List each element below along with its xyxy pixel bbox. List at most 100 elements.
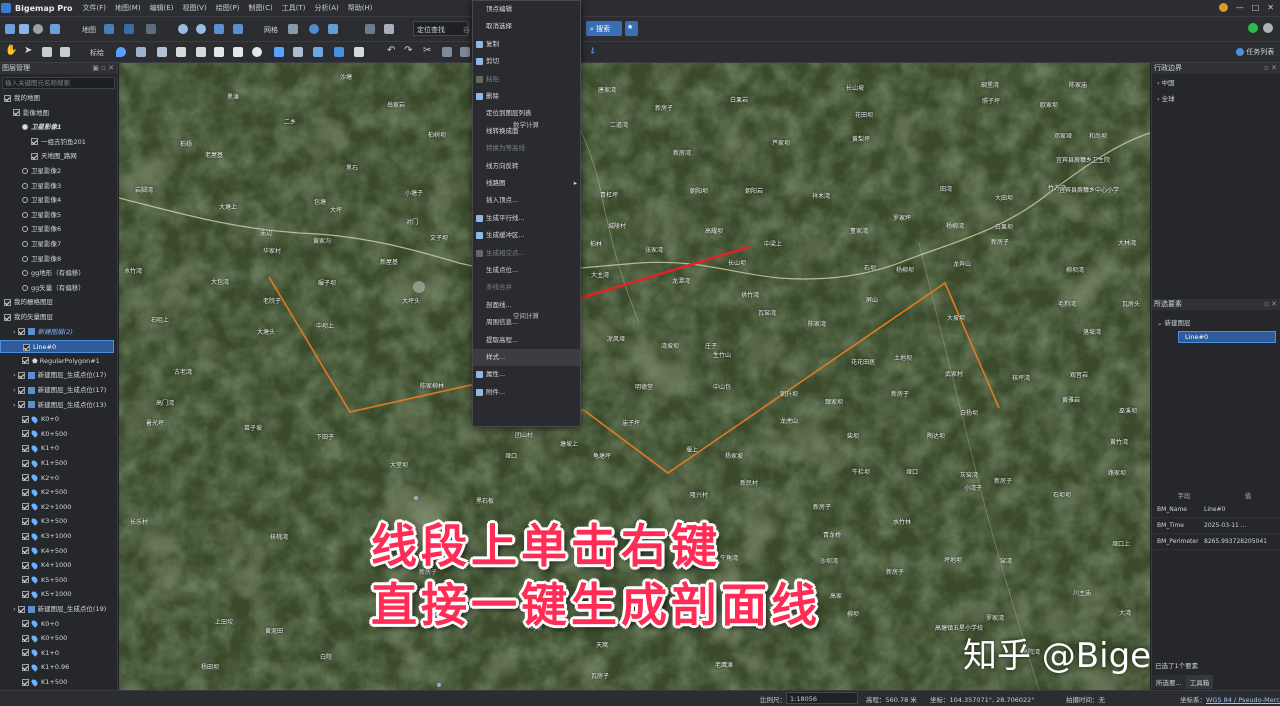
menu-item[interactable]: 地图(M) [115,3,141,13]
context-menu-item[interactable]: 生成相交点... [473,245,580,262]
checkbox-icon[interactable] [17,401,25,409]
layer-tree-row[interactable]: 卫星影像4 [0,194,61,207]
radio-icon[interactable] [22,197,28,204]
layer-tree-row[interactable]: Line#0 [0,340,114,354]
layer-tree-row[interactable]: › 新建图层_生成点位(19) [0,603,106,616]
map-label[interactable]: 地图 [82,25,96,35]
checkbox-icon[interactable] [22,576,29,584]
selected-layer-node[interactable]: ⌄ 新建图层 [1157,317,1191,327]
direction-arrow-icon[interactable] [334,47,344,57]
eraser-icon[interactable] [60,47,70,57]
layer-tree-row[interactable]: K2+0 [0,472,59,485]
circle-icon[interactable] [252,47,262,57]
layer-tree-row[interactable]: K0+0 [0,618,59,631]
context-menu-item[interactable]: 属性... [473,366,580,383]
minimize-button[interactable]: — [1236,3,1244,12]
edit-icon[interactable] [42,47,52,57]
layer-tree-row[interactable]: K1+0.96 [0,661,69,674]
layer-tree-row[interactable]: ⬟ RegularPolygon#1 [0,355,100,368]
context-menu-item[interactable]: 样式... [473,349,580,367]
layer-tree-row[interactable]: K1+500 [0,676,67,689]
compass-icon[interactable]: ⍋ [590,46,595,56]
marker-icon[interactable] [116,47,126,57]
context-menu-item[interactable]: 周围信息... [473,314,580,331]
layer-tree-row[interactable]: K3+1000 [0,530,71,543]
admin-item-global[interactable]: › 全球 [1152,87,1280,103]
checkbox-icon[interactable] [22,678,29,686]
layer-tree-row[interactable]: 卫星影像1 [0,121,62,134]
rect-draw-icon[interactable] [214,47,224,57]
zoom-out-icon[interactable] [196,24,206,34]
menu-item[interactable]: 绘图(P) [216,3,240,13]
layer-tree-row[interactable]: K0+500 [0,632,67,645]
tab-toolbox[interactable]: 工具箱 [1185,675,1214,689]
layer-tree-row[interactable]: K5+500 [0,574,67,587]
context-menu-item[interactable]: 生成平行线... [473,210,580,227]
menu-item[interactable]: 文件(F) [83,3,107,13]
crs-value[interactable]: WGS 84 / Pseudo-Mercator [1206,696,1280,704]
context-menu-item[interactable]: 生成缓冲区... [473,227,580,244]
scissors-icon[interactable]: ✂ [423,45,431,56]
properties-row[interactable]: BM_Name Line#0 [1152,502,1280,518]
layer-tree-row[interactable]: K1+0 [0,647,59,660]
layer-tree-row[interactable]: 一组去钓鱼201 [0,136,86,149]
favorite-star-icon[interactable]: ★ [625,21,638,36]
checkbox-icon[interactable] [22,474,29,482]
layer-switch-icon[interactable] [124,24,134,34]
skin-icon[interactable] [1218,3,1228,12]
checkbox-icon[interactable] [31,138,38,146]
radio-icon[interactable] [22,255,28,262]
admin-item-china[interactable]: › 中国 [1152,74,1280,87]
layer-tree-row[interactable]: 卫星影像7 [0,238,61,251]
flag-icon[interactable] [196,47,206,57]
search-button[interactable]: ⌕ 搜索 [586,21,622,36]
checkbox-icon[interactable] [17,386,25,394]
context-menu-item[interactable]: 线方向反转 [473,158,580,175]
context-menu-item[interactable]: 线转换成面 [473,123,580,140]
context-menu-item[interactable]: 剪切 [473,53,580,70]
layer-tree-row[interactable]: K1+500 [0,457,67,470]
grid-label[interactable]: 网格 [264,25,278,35]
image-icon[interactable] [328,24,338,34]
checkbox-icon[interactable] [31,152,38,160]
basemap-icon[interactable] [104,24,114,34]
checkbox-icon[interactable] [22,415,29,423]
layer-tree-row[interactable]: 我的矢量图层 [0,311,53,324]
radio-icon[interactable] [22,182,28,189]
context-menu-item[interactable]: 复制 [473,36,580,53]
label-tool[interactable]: 标绘 [90,48,104,58]
panel-controls[interactable]: ▣ ▫ ✕ [92,63,117,74]
line-icon[interactable] [157,47,167,57]
checkbox-icon[interactable] [22,532,29,540]
context-menu-item[interactable]: 附件... [473,384,580,401]
radio-icon[interactable] [22,226,28,233]
menu-item[interactable]: 帮助(H) [348,3,373,13]
checkbox-icon[interactable] [22,357,29,365]
checkbox-icon[interactable] [22,459,29,467]
select-arrow-icon[interactable]: ➤ [24,45,32,56]
checkbox-icon[interactable] [22,547,29,555]
scale-select[interactable]: 1:18056 [786,692,858,704]
layer-tree-row[interactable]: 卫星影像8 [0,253,61,266]
task-list-button[interactable]: 任务列表 [1236,47,1274,57]
layer-tree-row[interactable]: › 新建图层_生成点位(17) [0,384,106,397]
checkbox-icon[interactable] [22,649,29,657]
map-view[interactable]: 沙塘 黑滩 岳家岩 二乡 柏树坝 柏杨 老屋基 黑石 小塘子 岩脚湾 大塘上 包塘 大坪 对门 庙边 黄家沟 文… [119,63,1150,690]
properties-row[interactable]: BM_Perimeter 8265.993728205041 [1152,534,1280,550]
settings-icon[interactable] [1263,23,1273,33]
properties-row[interactable]: BM_Time 2025-03-11 ... [1152,518,1280,534]
measure-icon[interactable] [293,47,303,57]
area-measure-icon[interactable] [313,47,323,57]
context-menu-item[interactable]: 取消选择 [473,18,580,35]
zoom-extent-icon[interactable] [214,24,224,34]
checkbox-icon[interactable] [22,517,29,525]
context-menu-item[interactable]: 粘贴 [473,71,580,88]
layer-tree-row[interactable]: 卫星影像2 [0,165,61,178]
layer-tree-row[interactable]: › 新建图层(2) [0,326,73,339]
radio-icon[interactable] [22,211,28,218]
fullscreen-icon[interactable] [233,24,243,34]
polyline-icon[interactable] [136,47,146,57]
curve-icon[interactable] [354,47,364,57]
terrain-icon[interactable] [146,24,156,34]
radio-icon[interactable] [22,284,28,291]
